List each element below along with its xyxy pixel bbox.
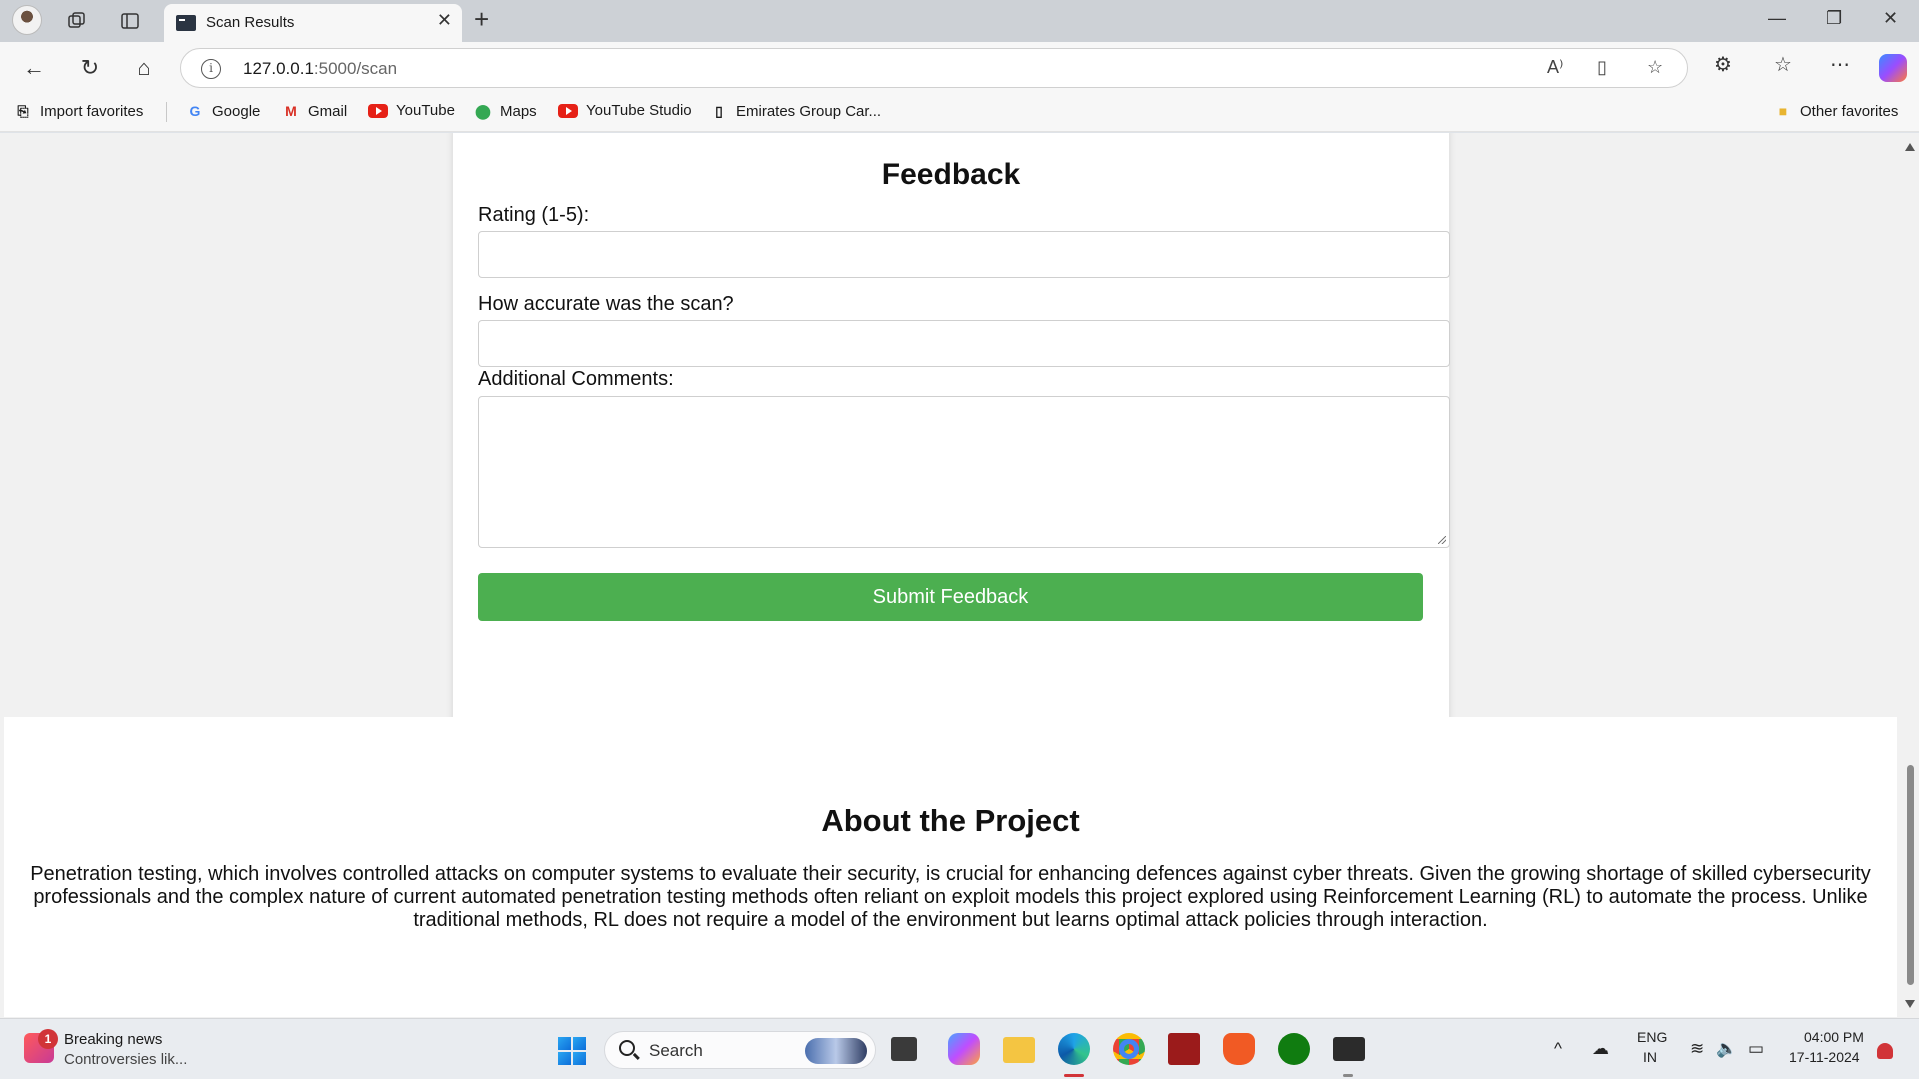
task-view-icon[interactable] <box>891 1037 917 1061</box>
news-badge: 1 <box>38 1029 58 1049</box>
favorite-youtube[interactable]: YouTube <box>368 102 455 119</box>
scroll-down-icon[interactable] <box>1905 1000 1915 1008</box>
url-text[interactable]: 127.0.0.1:5000/scan <box>243 59 397 79</box>
immersive-reader-icon[interactable]: ▯ <box>1597 57 1607 78</box>
home-icon[interactable]: ⌂ <box>128 52 160 84</box>
taskbar: 1 Breaking news Controversies lik... Sea… <box>0 1018 1919 1079</box>
comments-textarea[interactable] <box>478 396 1450 548</box>
about-text: Penetration testing, which involves cont… <box>30 863 1871 931</box>
about-title: About the Project <box>821 803 1080 838</box>
favorite-import[interactable]: ⎘ Import favorites <box>14 102 143 120</box>
about-section: About the Project Penetration testing, w… <box>4 717 1897 1017</box>
more-options-icon[interactable]: ⋯ <box>1830 52 1850 77</box>
youtube-studio-icon <box>558 103 578 118</box>
copilot-taskbar-icon[interactable] <box>948 1033 980 1065</box>
favorite-star-icon[interactable]: ☆ <box>1647 57 1663 78</box>
refresh-icon[interactable]: ↻ <box>74 52 106 84</box>
kali-icon[interactable] <box>1168 1033 1200 1065</box>
show-hidden-icons-icon[interactable]: ^ <box>1554 1039 1562 1059</box>
accuracy-input[interactable] <box>478 320 1450 367</box>
comments-label: Additional Comments: <box>478 368 674 390</box>
volume-icon[interactable]: 🔈 <box>1716 1039 1737 1059</box>
navigation-bar: ← ↻ ⌂ i 127.0.0.1:5000/scan A⁾ ▯ ☆ ⚙ ☆ ⋯ <box>0 42 1919 94</box>
xbox-icon[interactable] <box>1278 1033 1310 1065</box>
news-subtitle[interactable]: Controversies lik... <box>64 1051 187 1068</box>
favorite-maps[interactable]: ⬤ Maps <box>474 102 537 120</box>
rating-label: Rating (1-5): <box>478 204 590 226</box>
profile-avatar[interactable] <box>12 5 42 35</box>
file-explorer-icon[interactable] <box>1003 1037 1035 1063</box>
windows-start-icon[interactable] <box>558 1037 586 1065</box>
favorites-divider <box>166 102 167 122</box>
site-info-icon[interactable]: i <box>201 59 221 79</box>
favorite-gmail[interactable]: M Gmail <box>282 102 347 120</box>
read-aloud-icon[interactable]: A⁾ <box>1547 57 1563 78</box>
favorite-google[interactable]: G Google <box>186 102 261 120</box>
minimize-icon[interactable]: — <box>1768 8 1786 29</box>
wifi-icon[interactable]: ≋ <box>1690 1039 1704 1059</box>
search-highlight-image <box>805 1038 867 1064</box>
brave-icon[interactable] <box>1223 1033 1255 1065</box>
youtube-icon <box>368 103 388 118</box>
onedrive-icon[interactable]: ☁ <box>1592 1039 1609 1059</box>
page-scrollbar[interactable] <box>1901 133 1919 1018</box>
language-bottom[interactable]: IN <box>1643 1049 1657 1065</box>
taskbar-search[interactable]: Search <box>604 1031 876 1069</box>
folder-icon: ■ <box>1778 103 1788 119</box>
page-viewport: Feedback Rating (1-5): How accurate was … <box>0 133 1901 1018</box>
battery-icon[interactable]: ▭ <box>1748 1039 1764 1059</box>
gmail-icon: M <box>285 103 297 119</box>
favorites-bar: ⎘ Import favorites G Google M Gmail YouTube… <box>0 94 1919 132</box>
tab-actions-icon[interactable] <box>115 6 145 36</box>
clock-date[interactable]: 17-11-2024 <box>1789 1049 1860 1065</box>
edge-icon[interactable] <box>1058 1033 1090 1065</box>
terminal-icon[interactable] <box>1333 1037 1365 1061</box>
feedback-card: Feedback Rating (1-5): How accurate was … <box>453 133 1450 788</box>
search-icon <box>619 1040 635 1056</box>
edge-active-indicator <box>1064 1074 1084 1077</box>
clock-time[interactable]: 04:00 PM <box>1804 1029 1864 1045</box>
copilot-icon[interactable] <box>1879 54 1907 82</box>
scrollbar-thumb[interactable] <box>1907 765 1914 985</box>
language-top[interactable]: ENG <box>1637 1029 1667 1045</box>
workspaces-icon[interactable] <box>62 6 92 36</box>
favorite-youtube-studio[interactable]: YouTube Studio <box>558 102 692 119</box>
new-tab-button[interactable]: + <box>474 4 489 35</box>
news-title[interactable]: Breaking news <box>64 1031 162 1048</box>
maps-icon: ⬤ <box>475 102 491 119</box>
favorites-icon[interactable]: ☆ <box>1774 52 1792 77</box>
submit-feedback-button[interactable]: Submit Feedback <box>478 573 1423 621</box>
rating-input[interactable] <box>478 231 1450 278</box>
scroll-up-icon[interactable] <box>1905 143 1915 151</box>
restore-icon[interactable]: ❐ <box>1826 8 1842 29</box>
chrome-icon[interactable] <box>1113 1033 1145 1065</box>
tab-scan-results[interactable]: Scan Results ✕ <box>164 4 462 42</box>
accuracy-label: How accurate was the scan? <box>478 293 734 315</box>
page-icon: ▯ <box>715 102 723 119</box>
favorite-emirates[interactable]: ▯ Emirates Group Car... <box>710 102 881 120</box>
back-icon[interactable]: ← <box>18 52 50 84</box>
close-tab-icon[interactable]: ✕ <box>437 10 452 31</box>
notification-bell-icon[interactable] <box>1877 1043 1893 1059</box>
tab-title: Scan Results <box>206 14 295 31</box>
other-favorites[interactable]: ■ Other favorites <box>1774 102 1899 120</box>
import-icon: ⎘ <box>17 102 29 119</box>
google-icon: G <box>189 103 201 119</box>
feedback-title: Feedback <box>881 158 1021 191</box>
extensions-icon[interactable]: ⚙ <box>1714 52 1732 77</box>
terminal-favicon-icon <box>176 15 196 31</box>
search-placeholder: Search <box>649 1041 703 1060</box>
title-bar: Scan Results ✕ + — ❐ ✕ <box>0 0 1919 42</box>
terminal-running-indicator <box>1343 1074 1353 1077</box>
close-window-icon[interactable]: ✕ <box>1883 8 1898 29</box>
address-bar[interactable]: i 127.0.0.1:5000/scan A⁾ ▯ ☆ <box>180 48 1688 88</box>
